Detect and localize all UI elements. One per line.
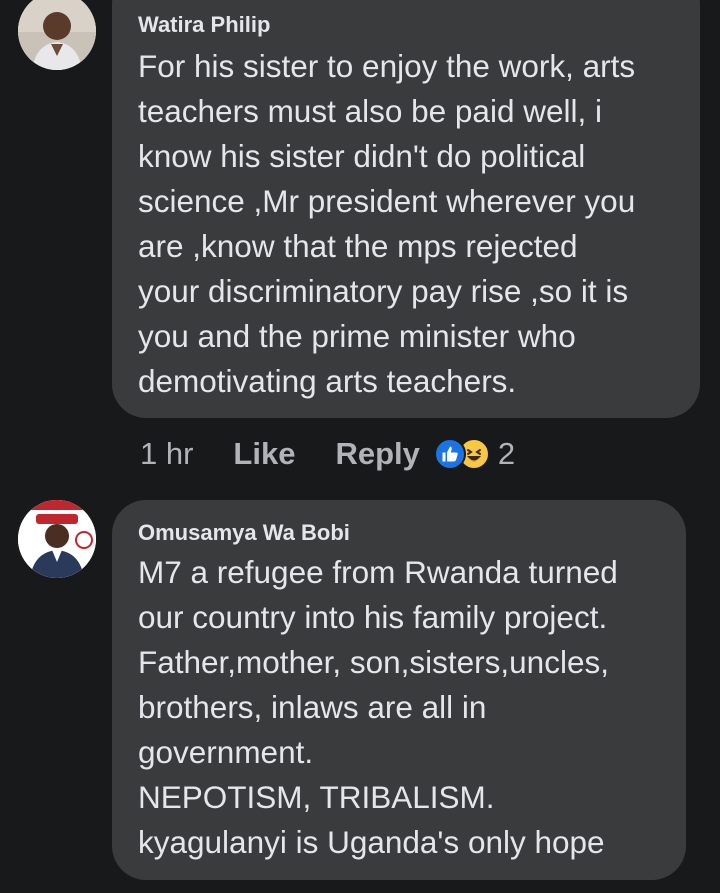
like-button[interactable]: Like	[233, 436, 295, 472]
reply-button[interactable]: Reply	[335, 436, 419, 472]
profile-photo-watira	[18, 0, 96, 70]
reaction-summary[interactable]	[433, 438, 490, 470]
comment-text: M7 a refugee from Rwanda turned our coun…	[138, 554, 618, 860]
avatar[interactable]	[18, 0, 96, 70]
comment-text: For his sister to enjoy the work, arts t…	[138, 48, 636, 399]
comment-timestamp[interactable]: 1 hr	[140, 436, 193, 472]
comment-bubble: Watira Philip For his sister to enjoy th…	[112, 0, 700, 418]
avatar[interactable]	[18, 500, 96, 578]
comment-author[interactable]: Watira Philip	[138, 12, 270, 38]
comment-actions: 1 hr Like Reply 2	[140, 432, 515, 476]
profile-photo-omusamya	[18, 500, 96, 578]
reaction-count[interactable]: 2	[498, 436, 515, 472]
comment-bubble: Omusamya Wa Bobi M7 a refugee from Rwand…	[112, 500, 686, 880]
comment-author[interactable]: Omusamya Wa Bobi	[138, 520, 350, 546]
like-icon	[433, 438, 466, 470]
